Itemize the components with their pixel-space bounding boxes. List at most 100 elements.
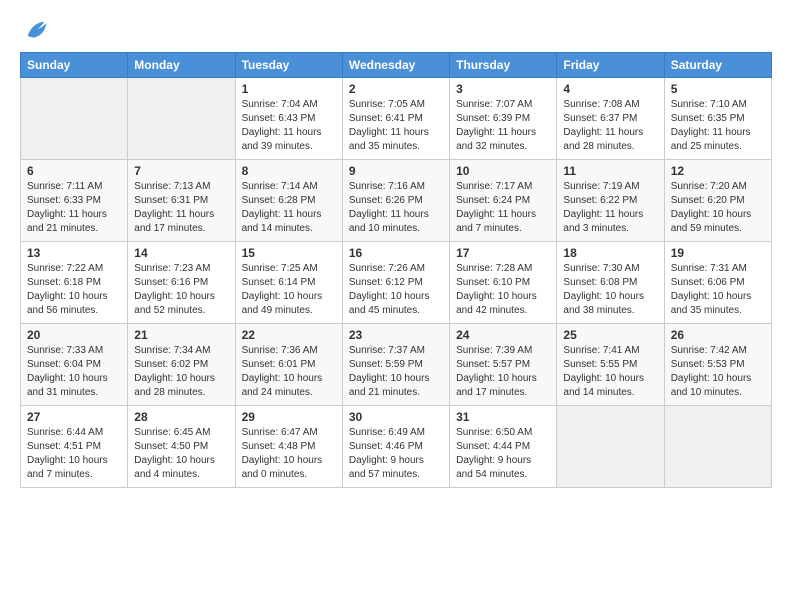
day-info: Sunrise: 7:28 AM Sunset: 6:10 PM Dayligh…	[456, 262, 550, 318]
calendar-day-cell: 8 Sunrise: 7:14 AM Sunset: 6:28 PM Daylig…	[235, 160, 342, 242]
day-info: Sunrise: 7:34 AM Sunset: 6:02 PM Dayligh…	[134, 344, 228, 400]
day-number: 2	[349, 82, 443, 96]
day-number: 24	[456, 328, 550, 342]
calendar-day-cell: 22 Sunrise: 7:36 AM Sunset: 6:01 PM Dayli…	[235, 324, 342, 406]
calendar-day-cell: 6 Sunrise: 7:11 AM Sunset: 6:33 PM Daylig…	[21, 160, 128, 242]
day-info: Sunrise: 7:26 AM Sunset: 6:12 PM Dayligh…	[349, 262, 443, 318]
day-info: Sunrise: 7:42 AM Sunset: 5:53 PM Dayligh…	[671, 344, 765, 400]
day-info: Sunrise: 7:07 AM Sunset: 6:39 PM Dayligh…	[456, 98, 550, 154]
calendar-day-cell: 16 Sunrise: 7:26 AM Sunset: 6:12 PM Dayli…	[342, 242, 449, 324]
day-number: 10	[456, 164, 550, 178]
day-info: Sunrise: 7:08 AM Sunset: 6:37 PM Dayligh…	[563, 98, 657, 154]
day-info: Sunrise: 6:47 AM Sunset: 4:48 PM Dayligh…	[242, 426, 336, 482]
calendar-day-cell: 9 Sunrise: 7:16 AM Sunset: 6:26 PM Daylig…	[342, 160, 449, 242]
calendar-day-cell: 17 Sunrise: 7:28 AM Sunset: 6:10 PM Dayli…	[450, 242, 557, 324]
day-number: 26	[671, 328, 765, 342]
day-number: 18	[563, 246, 657, 260]
calendar-day-cell: 20 Sunrise: 7:33 AM Sunset: 6:04 PM Dayli…	[21, 324, 128, 406]
calendar-day-cell: 2 Sunrise: 7:05 AM Sunset: 6:41 PM Daylig…	[342, 78, 449, 160]
calendar-week-row: 27Sunrise: 6:44 AM Sunset: 4:51 PM Dayli…	[21, 406, 772, 488]
calendar-day-cell: 14 Sunrise: 7:23 AM Sunset: 6:16 PM Dayli…	[128, 242, 235, 324]
calendar-day-cell: 13 Sunrise: 7:22 AM Sunset: 6:18 PM Dayli…	[21, 242, 128, 324]
day-info: Sunrise: 7:22 AM Sunset: 6:18 PM Dayligh…	[27, 262, 121, 318]
calendar-table: SundayMondayTuesdayWednesdayThursdayFrid…	[20, 52, 772, 488]
day-info: Sunrise: 6:44 AM Sunset: 4:51 PM Dayligh…	[27, 426, 121, 482]
calendar-day-cell: 24 Sunrise: 7:39 AM Sunset: 5:57 PM Dayli…	[450, 324, 557, 406]
day-number: 9	[349, 164, 443, 178]
calendar-day-cell	[21, 78, 128, 160]
day-number: 4	[563, 82, 657, 96]
calendar-day-cell: 1 Sunrise: 7:04 AM Sunset: 6:43 PM Daylig…	[235, 78, 342, 160]
logo-bird-icon	[22, 16, 50, 44]
day-info: Sunrise: 6:50 AM Sunset: 4:44 PM Dayligh…	[456, 426, 550, 482]
day-number: 30	[349, 410, 443, 424]
calendar-day-cell: 28Sunrise: 6:45 AM Sunset: 4:50 PM Dayli…	[128, 406, 235, 488]
calendar-day-cell: 15 Sunrise: 7:25 AM Sunset: 6:14 PM Dayli…	[235, 242, 342, 324]
day-number: 20	[27, 328, 121, 342]
calendar-day-cell: 12Sunrise: 7:20 AM Sunset: 6:20 PM Dayli…	[664, 160, 771, 242]
day-info: Sunrise: 7:13 AM Sunset: 6:31 PM Dayligh…	[134, 180, 228, 236]
calendar-week-row: 20 Sunrise: 7:33 AM Sunset: 6:04 PM Dayli…	[21, 324, 772, 406]
calendar-day-header: Sunday	[21, 53, 128, 78]
day-number: 1	[242, 82, 336, 96]
calendar-day-cell: 10 Sunrise: 7:17 AM Sunset: 6:24 PM Dayli…	[450, 160, 557, 242]
calendar-day-header: Monday	[128, 53, 235, 78]
day-number: 28	[134, 410, 228, 424]
day-number: 13	[27, 246, 121, 260]
day-info: Sunrise: 7:10 AM Sunset: 6:35 PM Dayligh…	[671, 98, 765, 154]
day-info: Sunrise: 7:11 AM Sunset: 6:33 PM Dayligh…	[27, 180, 121, 236]
day-info: Sunrise: 7:30 AM Sunset: 6:08 PM Dayligh…	[563, 262, 657, 318]
day-info: Sunrise: 7:14 AM Sunset: 6:28 PM Dayligh…	[242, 180, 336, 236]
day-number: 17	[456, 246, 550, 260]
calendar-day-cell	[128, 78, 235, 160]
day-number: 22	[242, 328, 336, 342]
day-number: 14	[134, 246, 228, 260]
day-number: 11	[563, 164, 657, 178]
day-info: Sunrise: 6:49 AM Sunset: 4:46 PM Dayligh…	[349, 426, 443, 482]
day-number: 6	[27, 164, 121, 178]
day-info: Sunrise: 7:39 AM Sunset: 5:57 PM Dayligh…	[456, 344, 550, 400]
day-number: 8	[242, 164, 336, 178]
day-number: 3	[456, 82, 550, 96]
calendar-day-cell: 31 Sunrise: 6:50 AM Sunset: 4:44 PM Dayli…	[450, 406, 557, 488]
day-number: 16	[349, 246, 443, 260]
day-info: Sunrise: 7:16 AM Sunset: 6:26 PM Dayligh…	[349, 180, 443, 236]
calendar-day-cell: 7Sunrise: 7:13 AM Sunset: 6:31 PM Daylig…	[128, 160, 235, 242]
page: SundayMondayTuesdayWednesdayThursdayFrid…	[0, 0, 792, 504]
day-info: Sunrise: 7:41 AM Sunset: 5:55 PM Dayligh…	[563, 344, 657, 400]
header	[20, 16, 772, 44]
day-info: Sunrise: 7:25 AM Sunset: 6:14 PM Dayligh…	[242, 262, 336, 318]
logo	[20, 16, 50, 44]
calendar-day-cell: 11Sunrise: 7:19 AM Sunset: 6:22 PM Dayli…	[557, 160, 664, 242]
calendar-day-header: Friday	[557, 53, 664, 78]
calendar-day-cell: 26 Sunrise: 7:42 AM Sunset: 5:53 PM Dayli…	[664, 324, 771, 406]
day-info: Sunrise: 7:31 AM Sunset: 6:06 PM Dayligh…	[671, 262, 765, 318]
calendar-day-cell	[664, 406, 771, 488]
calendar-week-row: 6 Sunrise: 7:11 AM Sunset: 6:33 PM Daylig…	[21, 160, 772, 242]
calendar-week-row: 13 Sunrise: 7:22 AM Sunset: 6:18 PM Dayli…	[21, 242, 772, 324]
day-number: 5	[671, 82, 765, 96]
calendar-day-header: Tuesday	[235, 53, 342, 78]
day-number: 23	[349, 328, 443, 342]
day-number: 31	[456, 410, 550, 424]
day-info: Sunrise: 7:23 AM Sunset: 6:16 PM Dayligh…	[134, 262, 228, 318]
day-number: 25	[563, 328, 657, 342]
calendar-day-cell: 23Sunrise: 7:37 AM Sunset: 5:59 PM Dayli…	[342, 324, 449, 406]
calendar-day-cell: 19 Sunrise: 7:31 AM Sunset: 6:06 PM Dayli…	[664, 242, 771, 324]
day-info: Sunrise: 7:17 AM Sunset: 6:24 PM Dayligh…	[456, 180, 550, 236]
calendar-day-cell: 21 Sunrise: 7:34 AM Sunset: 6:02 PM Dayli…	[128, 324, 235, 406]
day-number: 19	[671, 246, 765, 260]
calendar-day-cell: 4 Sunrise: 7:08 AM Sunset: 6:37 PM Daylig…	[557, 78, 664, 160]
day-info: Sunrise: 7:05 AM Sunset: 6:41 PM Dayligh…	[349, 98, 443, 154]
calendar-day-header: Wednesday	[342, 53, 449, 78]
day-number: 29	[242, 410, 336, 424]
day-number: 15	[242, 246, 336, 260]
day-info: Sunrise: 7:33 AM Sunset: 6:04 PM Dayligh…	[27, 344, 121, 400]
calendar-day-cell: 30 Sunrise: 6:49 AM Sunset: 4:46 PM Dayli…	[342, 406, 449, 488]
calendar-day-cell: 18 Sunrise: 7:30 AM Sunset: 6:08 PM Dayli…	[557, 242, 664, 324]
day-number: 21	[134, 328, 228, 342]
calendar-header-row: SundayMondayTuesdayWednesdayThursdayFrid…	[21, 53, 772, 78]
calendar-week-row: 1 Sunrise: 7:04 AM Sunset: 6:43 PM Daylig…	[21, 78, 772, 160]
day-info: Sunrise: 7:36 AM Sunset: 6:01 PM Dayligh…	[242, 344, 336, 400]
day-info: Sunrise: 7:04 AM Sunset: 6:43 PM Dayligh…	[242, 98, 336, 154]
